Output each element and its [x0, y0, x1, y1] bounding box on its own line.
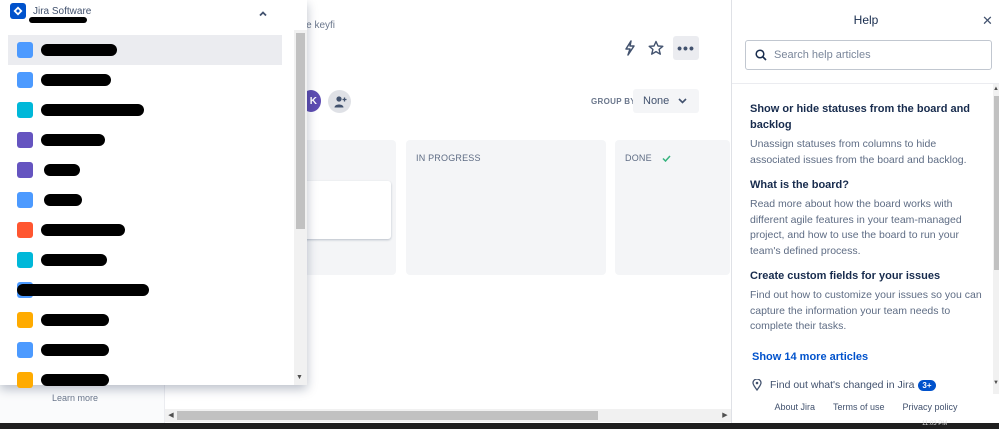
project-avatar-icon [17, 102, 33, 118]
redacted-project-name [41, 374, 109, 386]
whats-new-link[interactable]: Find out what's changed in Jira 3+ [752, 379, 936, 391]
help-scrollbar-thumb[interactable] [994, 96, 999, 270]
scroll-up-arrow-icon[interactable]: ▲ [993, 86, 999, 92]
column-in-progress: IN PROGRESS [406, 140, 606, 275]
group-by-label: GROUP BY [591, 97, 636, 106]
help-title: Help [853, 13, 879, 27]
redacted-project-name [41, 314, 109, 326]
location-pin-icon [752, 379, 762, 391]
help-search-box[interactable] [745, 40, 992, 70]
help-panel: Help ✕ Show or hide statuses from the bo… [731, 0, 999, 429]
scroll-left-arrow-icon[interactable]: ◀ [167, 411, 175, 420]
terms-of-use-link[interactable]: Terms of use [833, 402, 885, 412]
issue-card[interactable] [298, 181, 391, 239]
help-search-input[interactable] [774, 49, 974, 61]
project-list-item[interactable] [8, 155, 282, 185]
project-switcher-dropdown: Jira Software ▼ [0, 0, 307, 388]
redacted-project-name [17, 284, 149, 296]
taskbar-clock: 11:03 PM [922, 421, 948, 427]
project-list-item[interactable] [8, 185, 282, 215]
project-avatar-icon [17, 42, 33, 58]
article-description: Read more about how the board works with… [750, 198, 962, 257]
column-title: DONE [625, 153, 652, 163]
project-list-item[interactable] [8, 125, 282, 155]
help-article[interactable]: Show or hide statuses from the board and… [750, 101, 982, 168]
redacted-project-name [44, 164, 80, 176]
more-actions-button[interactable]: ••• [673, 36, 699, 60]
project-avatar-icon [17, 222, 33, 238]
whats-new-badge: 3+ [918, 379, 936, 391]
add-people-icon [334, 95, 346, 107]
horizontal-scrollbar-thumb[interactable] [177, 411, 598, 420]
show-more-articles-link[interactable]: Show 14 more articles [752, 351, 868, 363]
project-list-item[interactable] [8, 35, 282, 65]
project-list-item[interactable] [8, 65, 282, 95]
article-description: Unassign statuses from columns to hide a… [750, 138, 967, 166]
project-list-item[interactable] [8, 335, 282, 365]
switcher-title: Jira Software [33, 5, 92, 17]
project-list-item[interactable] [8, 275, 282, 305]
project-list-item[interactable] [8, 215, 282, 245]
jira-logo-icon [10, 3, 26, 19]
lightning-bolt-icon [625, 40, 635, 56]
article-title: Show or hide statuses from the board and… [750, 103, 971, 131]
redacted-project-name [41, 134, 105, 146]
automation-button[interactable] [620, 37, 640, 59]
help-footer: About Jira Terms of use Privacy policy [732, 402, 999, 412]
project-avatar-icon [17, 312, 33, 328]
project-avatar-icon [17, 132, 33, 148]
divider [732, 83, 999, 84]
group-by-value: None [643, 95, 670, 107]
project-avatar-icon [17, 342, 33, 358]
scroll-down-arrow-icon[interactable]: ▼ [296, 374, 303, 381]
more-actions-icon: ••• [677, 40, 695, 56]
help-article[interactable]: Create custom fields for your issues Fin… [750, 268, 982, 335]
redacted-project-name [41, 104, 144, 116]
article-title: What is the board? [750, 179, 849, 191]
column-done: DONE [615, 140, 730, 275]
scroll-down-arrow-icon[interactable]: ▼ [993, 380, 999, 386]
column-title: IN PROGRESS [416, 153, 481, 163]
redacted-project-name [41, 74, 111, 86]
project-avatar-icon [17, 252, 33, 268]
search-icon [755, 49, 767, 61]
about-jira-link[interactable]: About Jira [774, 402, 815, 412]
chevron-down-icon [678, 98, 687, 104]
star-icon [648, 40, 664, 55]
project-list-item[interactable] [8, 365, 282, 395]
project-list [8, 35, 282, 395]
chevron-up-icon[interactable] [258, 9, 268, 19]
vertical-scrollbar-thumb[interactable] [296, 33, 305, 229]
whats-new-text: Find out what's changed in Jira [770, 379, 915, 391]
project-avatar-icon [17, 372, 33, 388]
project-avatar-icon [17, 192, 33, 208]
help-article[interactable]: What is the board? Read more about how t… [750, 177, 982, 259]
project-list-item[interactable] [8, 95, 282, 125]
project-avatar-icon [17, 162, 33, 178]
help-articles: Show or hide statuses from the board and… [750, 101, 982, 344]
redacted-project-name [41, 254, 107, 266]
article-description: Find out how to customize your issues so… [750, 289, 982, 332]
redacted-project-name [41, 344, 109, 356]
redacted-project-name [41, 44, 117, 56]
privacy-policy-link[interactable]: Privacy policy [903, 402, 958, 412]
project-list-item[interactable] [8, 305, 282, 335]
add-people-button[interactable] [328, 90, 351, 113]
redacted-project-name [41, 224, 125, 236]
project-avatar-icon [17, 72, 33, 88]
star-button[interactable] [645, 37, 667, 59]
project-list-item[interactable] [8, 245, 282, 275]
redacted-project-name [44, 194, 82, 206]
taskbar [0, 423, 999, 429]
redacted-text [29, 17, 87, 23]
group-by-select[interactable]: None [633, 89, 699, 113]
article-title: Create custom fields for your issues [750, 270, 941, 282]
scroll-right-arrow-icon[interactable]: ▶ [721, 411, 729, 420]
check-icon [662, 154, 671, 162]
close-icon[interactable]: ✕ [982, 13, 993, 29]
